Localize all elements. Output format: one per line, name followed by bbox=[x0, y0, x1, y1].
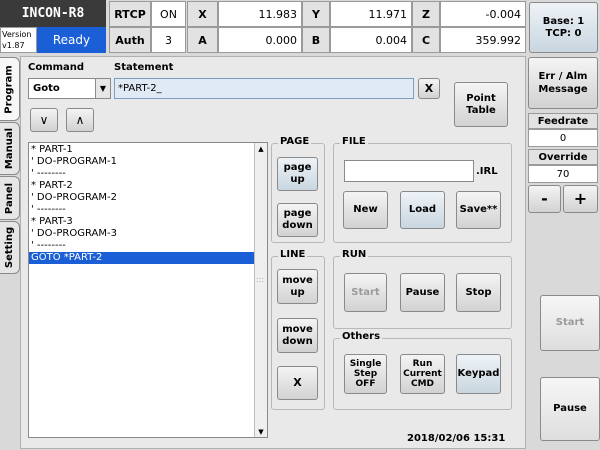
scroll-down-icon[interactable]: ▼ bbox=[255, 426, 267, 437]
feedrate-label: Feedrate bbox=[528, 113, 598, 129]
rtcp-label: RTCP bbox=[109, 1, 151, 27]
list-item[interactable]: GOTO *PART-2 bbox=[29, 252, 255, 264]
override-decrease-button[interactable]: - bbox=[528, 185, 561, 213]
line-group-title: LINE bbox=[278, 249, 308, 260]
run-pause-button[interactable]: Pause bbox=[400, 273, 445, 312]
override-increase-button[interactable]: + bbox=[563, 185, 598, 213]
command-select[interactable]: Goto ▼ bbox=[28, 78, 111, 99]
global-start-button[interactable]: Start bbox=[540, 295, 600, 351]
list-item[interactable]: ' DO-PROGRAM-1 bbox=[29, 156, 255, 168]
file-group-title: FILE bbox=[340, 136, 368, 147]
run-group-title: RUN bbox=[340, 249, 369, 260]
app-title: INCON-R8 bbox=[0, 0, 106, 27]
tab-program-label: Program bbox=[4, 64, 16, 114]
override-label: Override bbox=[528, 149, 598, 165]
a-label: A bbox=[187, 27, 218, 53]
program-lines: * PART-1 ' DO-PROGRAM-1 ' -------- * PART-2… bbox=[29, 144, 255, 264]
x-value: 11.983 bbox=[218, 1, 302, 27]
list-item[interactable]: ' DO-PROGRAM-3 bbox=[29, 228, 255, 240]
clear-statement-button[interactable]: X bbox=[418, 78, 440, 99]
filename-input[interactable] bbox=[344, 160, 474, 182]
new-file-button[interactable]: New bbox=[343, 191, 388, 229]
list-item[interactable]: ' -------- bbox=[29, 240, 255, 252]
list-item[interactable]: ' DO-PROGRAM-2 bbox=[29, 192, 255, 204]
delete-line-button[interactable]: X bbox=[277, 366, 318, 400]
load-file-button[interactable]: Load bbox=[400, 191, 445, 229]
x-label: X bbox=[187, 1, 218, 27]
base-label: Base: 1 bbox=[542, 15, 585, 27]
tcp-label: TCP: 0 bbox=[545, 27, 582, 39]
run-current-cmd-button[interactable]: Run Current CMD bbox=[400, 354, 445, 394]
line-up-button[interactable]: ∧ bbox=[66, 108, 94, 132]
z-label: Z bbox=[412, 1, 440, 27]
auth-value: 3 bbox=[151, 27, 186, 53]
tab-manual[interactable]: Manual bbox=[0, 122, 20, 175]
global-pause-button[interactable]: Pause bbox=[540, 377, 600, 441]
statement-label: Statement bbox=[114, 62, 174, 73]
a-value: 0.000 bbox=[218, 27, 302, 53]
version-label: Version bbox=[2, 30, 32, 39]
command-label: Command bbox=[28, 62, 85, 73]
c-value: 359.992 bbox=[440, 27, 526, 53]
base-tcp-button[interactable]: Base: 1 TCP: 0 bbox=[529, 2, 598, 53]
save-file-button[interactable]: Save** bbox=[456, 191, 501, 229]
run-stop-button[interactable]: Stop bbox=[456, 273, 501, 312]
statement-input[interactable]: *PART-2_ bbox=[114, 78, 414, 99]
list-item[interactable]: * PART-2 bbox=[29, 180, 255, 192]
file-extension: .IRL bbox=[476, 166, 498, 177]
tab-setting[interactable]: Setting bbox=[0, 221, 20, 274]
override-value: 70 bbox=[528, 165, 598, 183]
b-value: 0.004 bbox=[330, 27, 412, 53]
rtcp-value: ON bbox=[151, 1, 186, 27]
splitter-handle[interactable]: ::: bbox=[256, 276, 266, 292]
line-down-button[interactable]: ∨ bbox=[30, 108, 58, 132]
version-box: Version v1.87 bbox=[0, 27, 37, 53]
program-list[interactable]: * PART-1 ' DO-PROGRAM-1 ' -------- * PART-2… bbox=[28, 142, 268, 438]
move-down-button[interactable]: move down bbox=[277, 318, 318, 353]
auth-label: Auth bbox=[109, 27, 151, 53]
tab-manual-label: Manual bbox=[4, 127, 15, 170]
tab-setting-label: Setting bbox=[4, 226, 15, 269]
page-up-button[interactable]: page up bbox=[277, 157, 318, 191]
list-item[interactable]: * PART-3 bbox=[29, 216, 255, 228]
err-alm-message-button[interactable]: Err / Alm Message bbox=[528, 57, 598, 109]
others-group-title: Others bbox=[340, 331, 383, 342]
version-value: v1.87 bbox=[2, 41, 25, 50]
tab-panel[interactable]: Panel bbox=[0, 176, 20, 220]
b-label: B bbox=[302, 27, 330, 53]
list-item[interactable]: ' -------- bbox=[29, 168, 255, 180]
point-table-button[interactable]: Point Table bbox=[454, 82, 508, 127]
feedrate-value: 0 bbox=[528, 129, 598, 147]
page-down-button[interactable]: page down bbox=[277, 203, 318, 237]
move-up-button[interactable]: move up bbox=[277, 269, 318, 304]
scroll-up-icon[interactable]: ▲ bbox=[255, 143, 267, 154]
y-label: Y bbox=[302, 1, 330, 27]
single-step-button[interactable]: Single Step OFF bbox=[344, 354, 387, 394]
chevron-down-icon[interactable]: ▼ bbox=[95, 79, 110, 98]
tab-program[interactable]: Program bbox=[0, 57, 20, 121]
timestamp: 2018/02/06 15:31 bbox=[407, 433, 506, 444]
y-value: 11.971 bbox=[330, 1, 412, 27]
z-value: -0.004 bbox=[440, 1, 526, 27]
run-start-button[interactable]: Start bbox=[344, 273, 387, 312]
list-item[interactable]: ' -------- bbox=[29, 204, 255, 216]
c-label: C bbox=[412, 27, 440, 53]
page-group-title: PAGE bbox=[278, 136, 312, 147]
keypad-button[interactable]: Keypad bbox=[456, 354, 501, 394]
command-select-value: Goto bbox=[33, 83, 60, 94]
list-item[interactable]: * PART-1 bbox=[29, 144, 255, 156]
tab-panel-label: Panel bbox=[4, 182, 16, 214]
status-badge: Ready bbox=[37, 27, 106, 53]
